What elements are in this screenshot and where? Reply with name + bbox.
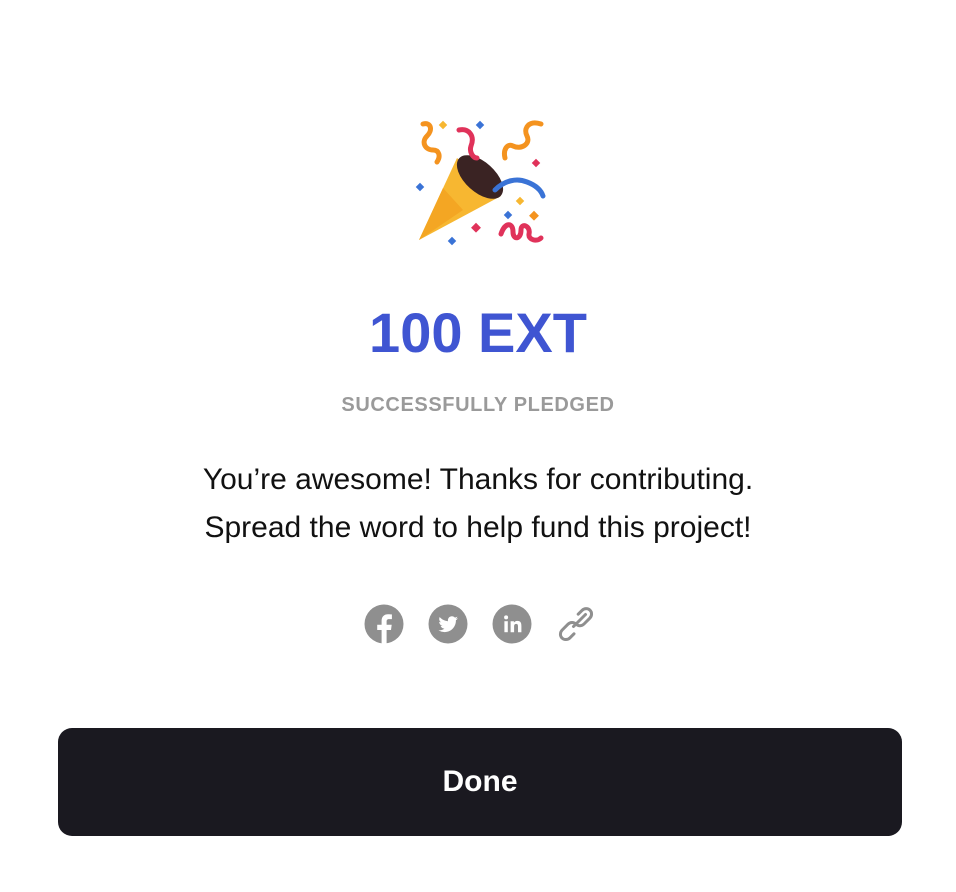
party-popper-icon [413, 118, 547, 252]
copy-link-button[interactable] [556, 604, 596, 644]
facebook-share-button[interactable] [364, 604, 404, 644]
twitter-icon [428, 604, 468, 644]
share-prompt: Spread the word to help fund this projec… [204, 511, 752, 544]
twitter-share-button[interactable] [428, 604, 468, 644]
facebook-icon [364, 604, 404, 644]
thanks-message: You’re awesome! Thanks for contributing. [202, 463, 754, 496]
pledge-amount: 100 EXT [369, 301, 587, 364]
linkedin-icon [492, 604, 532, 644]
done-button[interactable]: Done [58, 728, 902, 836]
linkedin-share-button[interactable] [492, 604, 532, 644]
pledge-status-label: SUCCESSFULLY PLEDGED [341, 394, 615, 416]
link-icon [558, 607, 594, 642]
